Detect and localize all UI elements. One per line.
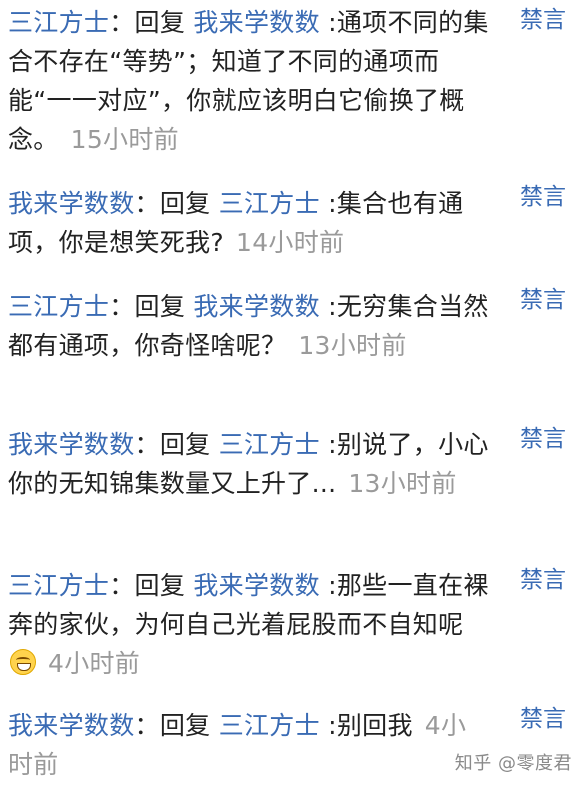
reply-word: 回复 [159,189,211,218]
timestamp: 15小时前 [70,125,179,154]
author-colon: ： [109,8,135,37]
author-colon: ： [134,430,160,459]
comment-text: 三江方士：回复 我来学数数 :那些一直在裸奔的家伙，为何自己光着屁股而不自知呢4… [8,566,490,683]
mute-button[interactable]: 禁言 [520,182,566,212]
author-colon: ： [134,189,160,218]
reply-to-name[interactable]: 三江方士 [219,430,320,459]
author-name[interactable]: 我来学数数 [8,711,135,740]
reply-to-name[interactable]: 我来学数数 [193,8,320,37]
reply-word: 回复 [134,292,186,321]
mute-button[interactable]: 禁言 [520,424,566,454]
author-name[interactable]: 我来学数数 [8,189,135,218]
author-name[interactable]: 三江方士 [8,571,109,600]
author-colon: ： [109,571,135,600]
reply-to-name[interactable]: 三江方士 [219,189,320,218]
author-colon: ： [109,292,135,321]
mute-button[interactable]: 禁言 [520,5,566,35]
grinning-emoji-icon [10,649,36,675]
reply-to-name[interactable]: 我来学数数 [193,292,320,321]
author-name[interactable]: 我来学数数 [8,430,135,459]
reply-word: 回复 [134,8,186,37]
mute-button[interactable]: 禁言 [520,565,566,595]
comment-text: 我来学数数：回复 三江方士 :集合也有通项，你是想笑死我? 14小时前 [8,184,490,262]
comment-text: 我来学数数：回复 三江方士 :别回我 4小时前 [8,706,490,784]
timestamp: 13小时前 [348,469,457,498]
reply-word: 回复 [159,430,211,459]
comment-body: :别回我 [328,711,413,740]
timestamp: 14小时前 [235,228,345,257]
comment-text: 我来学数数：回复 三江方士 :别说了，小心你的无知锦集数量又上升了... 13小时… [8,425,490,503]
reply-word: 回复 [159,711,211,740]
watermark: 知乎 @零度君 [454,753,572,774]
timestamp: 4小时前 [48,649,141,678]
comment-text: 三江方士：回复 我来学数数 :无穷集合当然都有通项，你奇怪啥呢？ 13小时前 [8,287,490,365]
timestamp: 13小时前 [298,331,407,360]
mute-button[interactable]: 禁言 [520,704,566,734]
reply-to-name[interactable]: 我来学数数 [193,571,320,600]
reply-to-name[interactable]: 三江方士 [219,711,320,740]
author-name[interactable]: 三江方士 [8,8,109,37]
author-name[interactable]: 三江方士 [8,292,109,321]
comment-text: 三江方士：回复 我来学数数 :通项不同的集合不存在“等势”；知道了不同的通项而能… [8,3,490,159]
reply-word: 回复 [134,571,186,600]
author-colon: ： [134,711,160,740]
mute-button[interactable]: 禁言 [520,285,566,315]
